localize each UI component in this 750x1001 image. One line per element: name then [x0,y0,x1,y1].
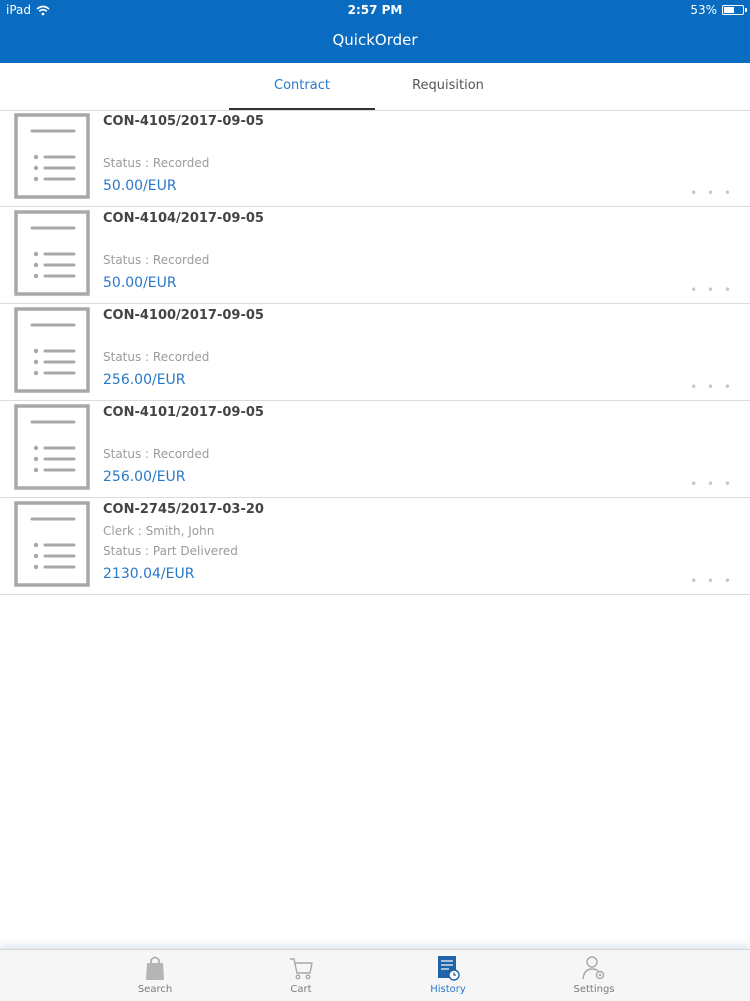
contract-title: CON-4100/2017-09-05 [103,308,264,323]
more-options-icon[interactable]: • • • [690,574,734,588]
contract-row[interactable]: CON-4101/2017-09-05 Status : Recorded 256.… [0,401,750,498]
status-time: 2:57 PM [347,3,403,17]
contract-list: CON-4105/2017-09-05 Status : Recorded 50.0… [0,110,750,595]
contract-status: Status : Recorded [103,447,210,461]
contract-amount: 256.00/EUR [103,372,186,388]
navigation-bar: iPad 2:57 PM 53% QuickOrder [0,0,750,63]
contract-row[interactable]: CON-4105/2017-09-05 Status : Recorded 50.0… [0,110,750,207]
contract-status: Status : Recorded [103,156,210,170]
battery-icon [722,5,747,15]
tabbar-search[interactable]: Search [105,954,205,1000]
more-options-icon[interactable]: • • • [690,477,734,491]
contract-status: Status : Part Delivered [103,544,238,558]
settings-user-icon [582,956,605,980]
document-icon [14,404,90,490]
tabbar-history[interactable]: History [398,954,498,1000]
segment-tabs: Contract Requisition [0,63,750,111]
cart-icon [290,958,313,980]
contract-amount: 50.00/EUR [103,275,177,291]
page-title: QuickOrder [332,31,418,49]
contract-status: Status : Recorded [103,253,210,267]
tabbar-cart-label: Cart [290,984,312,995]
contract-amount: 2130.04/EUR [103,566,195,582]
tab-contract-label: Contract [274,78,330,93]
tabbar-cart[interactable]: Cart [251,954,351,1000]
document-icon [14,307,90,393]
contract-row[interactable]: CON-4104/2017-09-05 Status : Recorded 50.0… [0,207,750,304]
contract-title: CON-2745/2017-03-20 [103,502,264,517]
document-icon [14,210,90,296]
contract-clerk: Clerk : Smith, John [103,524,215,538]
battery-level [724,7,734,13]
tab-requisition-label: Requisition [412,78,484,93]
contract-status: Status : Recorded [103,350,210,364]
tabbar-settings[interactable]: Settings [544,954,644,1000]
status-right: 53% [690,3,747,17]
tab-contract[interactable]: Contract [229,63,375,110]
contract-title: CON-4101/2017-09-05 [103,405,264,420]
tab-requisition[interactable]: Requisition [375,63,521,109]
bottom-tab-bar: Search Cart History Settings [0,949,750,1001]
more-options-icon[interactable]: • • • [690,186,734,200]
contract-title: CON-4105/2017-09-05 [103,114,264,129]
document-icon [14,501,90,587]
contract-title: CON-4104/2017-09-05 [103,211,264,226]
contract-amount: 50.00/EUR [103,178,177,194]
contract-row[interactable]: CON-4100/2017-09-05 Status : Recorded 256.… [0,304,750,401]
history-icon [438,956,460,981]
document-icon [14,113,90,199]
tabbar-search-label: Search [137,984,173,995]
contract-amount: 256.00/EUR [103,469,186,485]
contract-row[interactable]: CON-2745/2017-03-20 Clerk : Smith, John St… [0,498,750,595]
more-options-icon[interactable]: • • • [690,283,734,297]
shopping-bag-icon [146,956,164,980]
more-options-icon[interactable]: • • • [690,380,734,394]
tabbar-settings-label: Settings [573,984,615,995]
battery-percent: 53% [690,3,717,17]
tabbar-history-label: History [430,984,466,995]
